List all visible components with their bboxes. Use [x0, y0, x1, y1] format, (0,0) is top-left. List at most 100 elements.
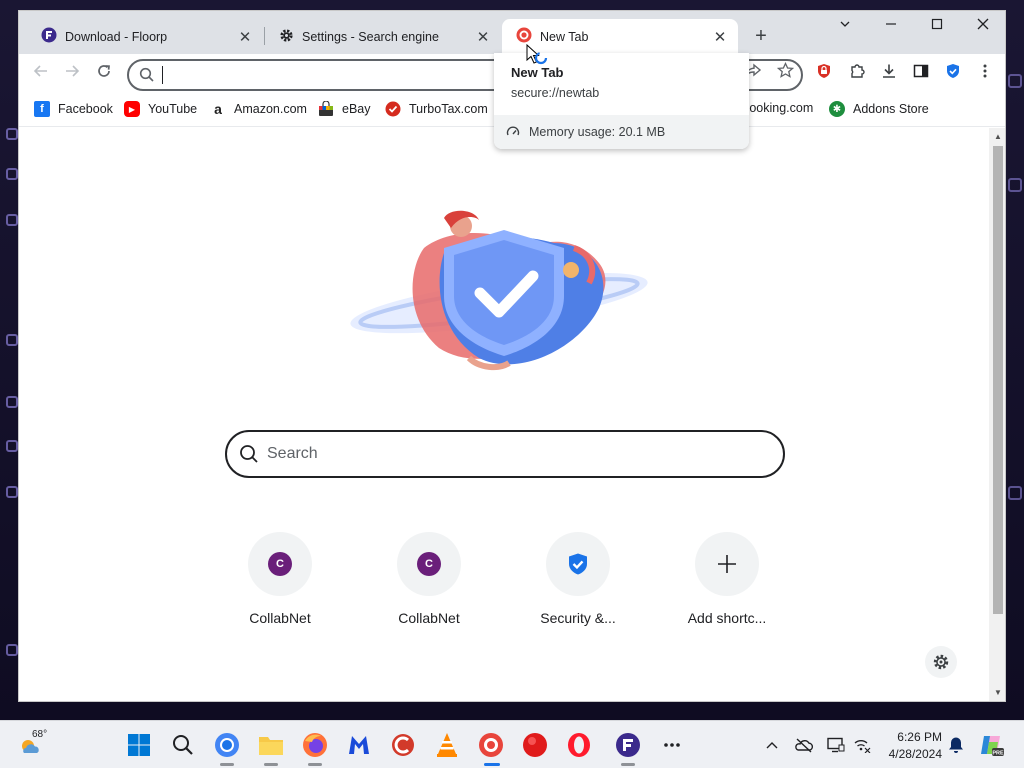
tab-strip: Download - Floorp ✕ Settings - Search en…: [19, 11, 1005, 54]
tray-onedrive[interactable]: [790, 731, 818, 759]
bookmark-ebay[interactable]: eBay: [318, 101, 371, 117]
floorp-icon: [41, 27, 57, 46]
desktop-icon: [6, 128, 18, 140]
scroll-down-icon[interactable]: ▼: [993, 688, 1003, 697]
bookmark-label: Facebook: [58, 102, 113, 116]
taskbar: 68° 6:26 PM 4/28/2024 PRE: [0, 720, 1024, 768]
weather-temp: 68°: [32, 729, 48, 740]
svg-text:PRE: PRE: [992, 751, 1004, 757]
browser-window: Download - Floorp ✕ Settings - Search en…: [18, 10, 1006, 702]
bookmark-facebook[interactable]: f Facebook: [34, 101, 113, 117]
desktop-icon: [6, 214, 18, 226]
folder-icon: [259, 737, 283, 755]
bookmark-amazon[interactable]: a Amazon.com: [210, 101, 307, 117]
tab-search-button[interactable]: [829, 17, 861, 34]
bookmark-turbotax[interactable]: TurboTax.com: [385, 101, 488, 117]
tab-settings-search-engine[interactable]: Settings - Search engine ✕: [265, 19, 501, 54]
reload-button[interactable]: [92, 62, 116, 86]
taskbar-app-ccleaner[interactable]: [389, 731, 417, 759]
menu-button[interactable]: [973, 62, 997, 86]
minimize-button[interactable]: [875, 17, 907, 34]
vertical-scrollbar[interactable]: ▲ ▼: [989, 128, 1005, 701]
shortcut-label: CollabNet: [398, 610, 460, 626]
collabnet-icon: C: [268, 552, 292, 576]
collabnet-icon: C: [417, 552, 441, 576]
tray-network[interactable]: [848, 731, 876, 759]
running-indicator: [308, 763, 322, 766]
new-tab-page: Search C CollabNet C CollabNet Security …: [19, 128, 989, 701]
scroll-up-icon[interactable]: ▲: [993, 132, 1003, 141]
shortcut-icon-container: [695, 532, 759, 596]
desktop-icon: [6, 440, 18, 452]
facebook-icon: f: [34, 101, 50, 117]
cloud-off-icon: [795, 738, 814, 753]
taskbar-app-record[interactable]: [521, 731, 549, 759]
forward-button[interactable]: [60, 62, 84, 86]
arrow-right-icon: [66, 65, 80, 77]
bookmark-booking[interactable]: Booking.com: [741, 101, 813, 115]
bookmark-label: Addons Store: [853, 102, 929, 116]
search-icon: [239, 444, 259, 467]
adblock-extension-button[interactable]: [812, 62, 836, 86]
taskbar-more-button[interactable]: [658, 731, 686, 759]
taskbar-app-firefox[interactable]: [301, 731, 329, 759]
taskbar-search-button[interactable]: [169, 731, 197, 759]
close-icon: [977, 18, 989, 30]
chevron-down-icon: [840, 21, 850, 27]
extensions-button[interactable]: [845, 62, 869, 86]
shortcut-label: CollabNet: [249, 610, 311, 626]
back-button[interactable]: [29, 62, 53, 86]
bookmark-youtube[interactable]: ▶ YouTube: [124, 101, 197, 117]
add-shortcut-tile[interactable]: Add shortc...: [667, 532, 787, 626]
bookmark-star-button[interactable]: [773, 61, 797, 86]
text-caret: [162, 66, 163, 84]
close-window-button[interactable]: [967, 17, 999, 34]
taskbar-app-malwarebytes[interactable]: [345, 731, 373, 759]
vlc-icon: [437, 733, 457, 757]
shortcut-tile[interactable]: C CollabNet: [220, 532, 340, 626]
record-icon: [523, 733, 547, 757]
bookmark-label: TurboTax.com: [409, 102, 488, 116]
taskbar-app-file-explorer[interactable]: [257, 731, 285, 759]
firefox-icon: [303, 733, 327, 757]
tray-display[interactable]: [822, 731, 850, 759]
notifications-button[interactable]: [942, 731, 970, 759]
close-icon[interactable]: ✕: [237, 28, 253, 46]
tab-title: New Tab: [540, 29, 589, 44]
bookmark-addons-store[interactable]: ✱ Addons Store: [829, 101, 929, 117]
taskbar-app-floorp[interactable]: [614, 731, 642, 759]
more-horizontal-icon: [664, 743, 680, 747]
new-tab-button[interactable]: +: [749, 25, 773, 48]
close-icon[interactable]: ✕: [475, 28, 491, 46]
floorp-icon: [616, 733, 640, 757]
security-extension-button[interactable]: [941, 62, 965, 86]
taskbar-app-browser[interactable]: [477, 731, 505, 759]
start-button[interactable]: [125, 731, 153, 759]
tab-download-floorp[interactable]: Download - Floorp ✕: [27, 19, 263, 54]
gear-icon: [279, 28, 294, 46]
taskbar-app-chrome[interactable]: [213, 731, 241, 759]
side-panel-button[interactable]: [909, 62, 933, 86]
show-hidden-icons-button[interactable]: [758, 731, 786, 759]
copilot-icon: PRE: [981, 736, 1004, 757]
chevron-up-icon: [766, 742, 778, 749]
clock[interactable]: 6:26 PM 4/28/2024: [880, 729, 942, 763]
shortcut-tile[interactable]: C CollabNet: [369, 532, 489, 626]
taskbar-app-vlc[interactable]: [433, 731, 461, 759]
tab-title: Settings - Search engine: [302, 29, 439, 44]
star-icon: [776, 61, 794, 78]
ntp-search-placeholder: Search: [267, 445, 318, 462]
close-icon[interactable]: ✕: [712, 28, 728, 46]
desktop-icon: [6, 168, 18, 180]
desktop-icon: [6, 486, 18, 498]
downloads-button[interactable]: [877, 62, 901, 86]
browser-icon: [215, 733, 239, 757]
maximize-button[interactable]: [921, 17, 953, 34]
ntp-search-box[interactable]: Search: [225, 430, 785, 478]
taskbar-app-opera[interactable]: [565, 731, 593, 759]
scroll-thumb[interactable]: [993, 146, 1003, 614]
customize-button[interactable]: [925, 646, 957, 678]
copilot-button[interactable]: PRE: [977, 731, 1005, 759]
shortcut-tile[interactable]: Security &...: [518, 532, 638, 626]
desktop-icon: [6, 334, 18, 346]
